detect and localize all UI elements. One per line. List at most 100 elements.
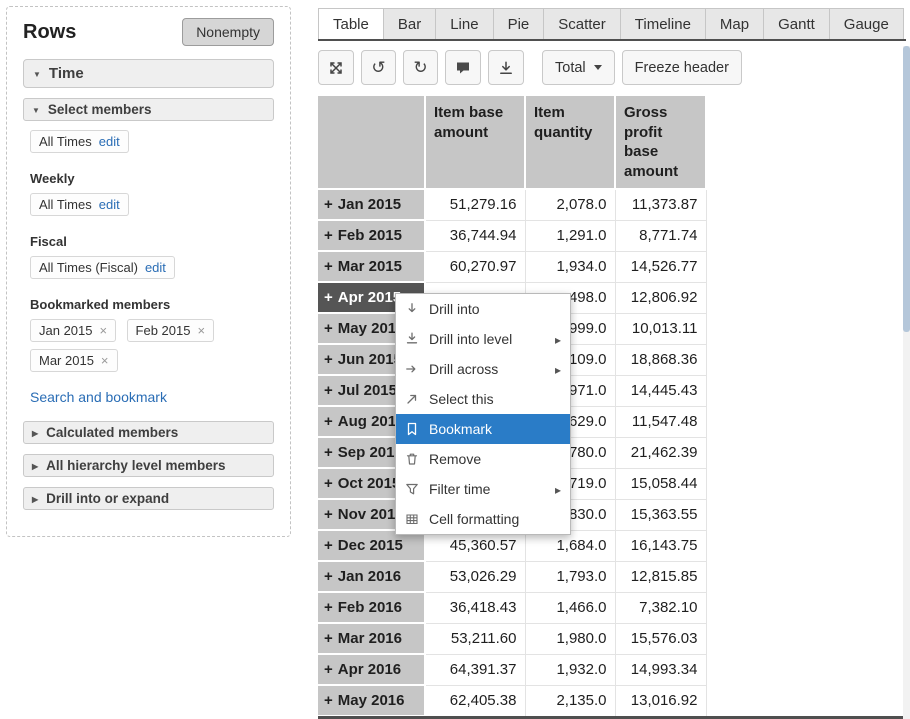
expand-plus-icon[interactable] [324, 227, 333, 244]
expand-plus-icon[interactable] [324, 661, 333, 678]
menu-item-cell-formatting[interactable]: Cell formatting [396, 504, 570, 534]
tab-pie[interactable]: Pie [493, 8, 545, 39]
redo-icon[interactable]: ↻ [403, 50, 438, 85]
section-all-hierarchy-level-members[interactable]: All hierarchy level members [23, 454, 274, 477]
expand-plus-icon[interactable] [324, 568, 333, 585]
data-cell[interactable]: 1,291.0 [525, 220, 615, 251]
comment-icon[interactable] [445, 50, 481, 85]
expand-plus-icon[interactable] [324, 289, 333, 306]
undo-icon[interactable]: ↺ [361, 50, 396, 85]
data-cell[interactable]: 53,026.29 [425, 561, 525, 592]
data-cell[interactable]: 2,135.0 [525, 685, 615, 716]
data-cell[interactable]: 1,793.0 [525, 561, 615, 592]
data-cell[interactable]: 62,405.38 [425, 685, 525, 716]
data-cell[interactable]: 10,013.11 [615, 313, 706, 344]
data-cell[interactable]: 11,547.48 [615, 406, 706, 437]
remove-tag-icon[interactable] [101, 354, 109, 367]
data-cell[interactable]: 12,806.92 [615, 282, 706, 313]
download-icon[interactable] [488, 50, 524, 85]
row-header-cell[interactable]: Feb 2016 [318, 592, 425, 623]
expand-icon[interactable] [318, 50, 354, 85]
tab-gantt[interactable]: Gantt [763, 8, 830, 39]
row-header-cell[interactable]: Mar 2016 [318, 623, 425, 654]
data-cell[interactable]: 11,373.87 [615, 189, 706, 220]
menu-item-filter-time[interactable]: Filter time [396, 474, 570, 504]
expand-plus-icon[interactable] [324, 537, 333, 554]
expand-plus-icon[interactable] [324, 196, 333, 213]
edit-link[interactable]: edit [99, 134, 120, 149]
menu-item-drill-into-level[interactable]: Drill into level [396, 324, 570, 354]
expand-plus-icon[interactable] [324, 258, 333, 275]
data-cell[interactable]: 1,466.0 [525, 592, 615, 623]
expand-plus-icon[interactable] [324, 692, 333, 709]
total-dropdown[interactable]: Total [542, 50, 615, 85]
section-calculated-members[interactable]: Calculated members [23, 421, 274, 444]
expand-plus-icon[interactable] [324, 413, 333, 430]
section-select-members[interactable]: Select members [23, 98, 274, 121]
section-drill-into-or-expand[interactable]: Drill into or expand [23, 487, 274, 510]
nonempty-button[interactable]: Nonempty [182, 18, 274, 46]
data-cell[interactable]: 14,993.34 [615, 654, 706, 685]
column-header-gross-profit[interactable]: Gross profit base amount [615, 96, 706, 189]
edit-link[interactable]: edit [99, 197, 120, 212]
column-header-item-quantity[interactable]: Item quantity [525, 96, 615, 189]
data-cell[interactable]: 36,418.43 [425, 592, 525, 623]
edit-link[interactable]: edit [145, 260, 166, 275]
remove-tag-icon[interactable] [197, 324, 205, 337]
tab-scatter[interactable]: Scatter [543, 8, 621, 39]
data-cell[interactable]: 21,462.39 [615, 437, 706, 468]
data-cell[interactable]: 1,934.0 [525, 251, 615, 282]
freeze-header-button[interactable]: Freeze header [622, 50, 742, 85]
tab-map[interactable]: Map [705, 8, 764, 39]
data-cell[interactable]: 14,445.43 [615, 375, 706, 406]
data-cell[interactable]: 16,143.75 [615, 530, 706, 561]
menu-item-drill-into[interactable]: Drill into [396, 294, 570, 324]
expand-plus-icon[interactable] [324, 599, 333, 616]
tab-bar[interactable]: Bar [383, 8, 436, 39]
data-cell[interactable]: 2,078.0 [525, 189, 615, 220]
data-cell[interactable]: 36,744.94 [425, 220, 525, 251]
row-header-cell[interactable]: Feb 2015 [318, 220, 425, 251]
vertical-scrollbar[interactable] [903, 46, 910, 719]
data-cell[interactable]: 1,980.0 [525, 623, 615, 654]
data-cell[interactable]: 8,771.74 [615, 220, 706, 251]
expand-plus-icon[interactable] [324, 382, 333, 399]
data-cell[interactable]: 60,270.97 [425, 251, 525, 282]
tab-gauge[interactable]: Gauge [829, 8, 904, 39]
expand-plus-icon[interactable] [324, 506, 333, 523]
menu-item-select-this[interactable]: Select this [396, 384, 570, 414]
data-cell[interactable]: 15,363.55 [615, 499, 706, 530]
column-header-item-base-amount[interactable]: Item base amount [425, 96, 525, 189]
expand-plus-icon[interactable] [324, 351, 333, 368]
menu-item-drill-across[interactable]: Drill across [396, 354, 570, 384]
expand-plus-icon[interactable] [324, 475, 333, 492]
data-cell[interactable]: 7,382.10 [615, 592, 706, 623]
data-cell[interactable]: 15,058.44 [615, 468, 706, 499]
row-header-cell[interactable]: Mar 2015 [318, 251, 425, 282]
menu-item-bookmark[interactable]: Bookmark [396, 414, 570, 444]
search-and-bookmark-link[interactable]: Search and bookmark [30, 389, 167, 405]
row-header-cell[interactable]: Apr 2016 [318, 654, 425, 685]
vertical-scrollbar-thumb[interactable] [903, 46, 910, 332]
data-cell[interactable]: 18,868.36 [615, 344, 706, 375]
section-time[interactable]: Time [23, 59, 274, 88]
expand-plus-icon[interactable] [324, 320, 333, 337]
tab-timeline[interactable]: Timeline [620, 8, 706, 39]
remove-tag-icon[interactable] [100, 324, 108, 337]
tab-table[interactable]: Table [318, 8, 384, 39]
expand-plus-icon[interactable] [324, 630, 333, 647]
data-cell[interactable]: 1,932.0 [525, 654, 615, 685]
menu-item-remove[interactable]: Remove [396, 444, 570, 474]
data-cell[interactable]: 13,016.92 [615, 685, 706, 716]
data-cell[interactable]: 15,576.03 [615, 623, 706, 654]
data-cell[interactable]: 64,391.37 [425, 654, 525, 685]
data-cell[interactable]: 14,526.77 [615, 251, 706, 282]
data-cell[interactable]: 51,279.16 [425, 189, 525, 220]
row-header-cell[interactable]: Jan 2016 [318, 561, 425, 592]
data-cell[interactable]: 12,815.85 [615, 561, 706, 592]
data-cell[interactable]: 53,211.60 [425, 623, 525, 654]
row-header-cell[interactable]: May 2016 [318, 685, 425, 716]
expand-plus-icon[interactable] [324, 444, 333, 461]
row-header-cell[interactable]: Jan 2015 [318, 189, 425, 220]
tab-line[interactable]: Line [435, 8, 493, 39]
